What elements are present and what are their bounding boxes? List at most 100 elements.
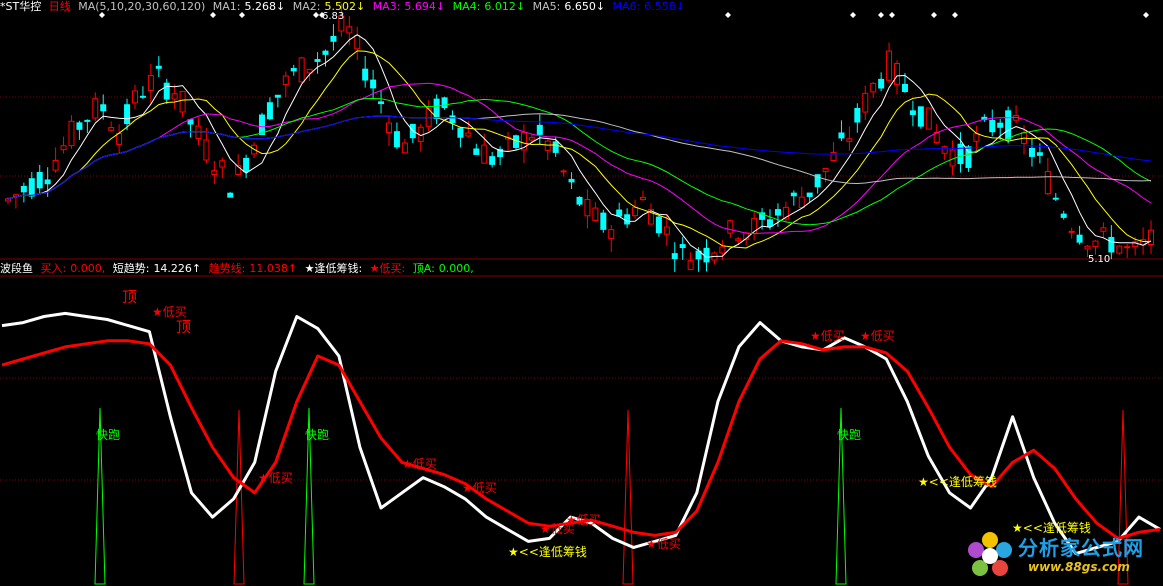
- candle: [139, 86, 146, 99]
- candle-body: [44, 179, 51, 185]
- candle: [1060, 210, 1067, 220]
- ma3-label: MA3:: [372, 0, 401, 13]
- candle-body: [163, 82, 170, 100]
- candle: [155, 56, 162, 77]
- candle-body: [481, 144, 488, 164]
- candle: [409, 123, 416, 143]
- candle: [378, 89, 385, 114]
- candle: [266, 97, 273, 121]
- candle-body: [973, 133, 980, 142]
- candle: [108, 121, 115, 132]
- candle: [997, 118, 1004, 140]
- diamond-marker: [878, 12, 884, 18]
- candle: [362, 55, 369, 88]
- candle-body: [901, 83, 908, 93]
- candle: [290, 64, 297, 76]
- candle: [243, 154, 250, 179]
- candle: [600, 209, 607, 233]
- candle-body: [886, 50, 893, 81]
- top-a-value: 0.000,: [438, 262, 474, 275]
- candle-body: [600, 212, 607, 230]
- candle-body: [838, 132, 845, 139]
- candle: [116, 124, 123, 154]
- candle: [425, 100, 432, 132]
- diamond-marker: [931, 12, 937, 18]
- candle-body: [544, 140, 551, 151]
- candle: [385, 116, 392, 147]
- candle-body: [663, 226, 670, 235]
- candle: [187, 118, 194, 138]
- candle: [163, 78, 170, 104]
- trend-line-value: 11.038↑: [249, 262, 298, 275]
- candle-body: [774, 209, 781, 216]
- candle-body: [1028, 147, 1035, 157]
- candle-body: [457, 127, 464, 138]
- candle-body: [560, 170, 567, 173]
- candle: [227, 192, 234, 198]
- chip-label: ★<<逢低筹钱: [508, 544, 587, 559]
- low-buy-label: ★低买: [646, 537, 681, 551]
- candle-body: [84, 119, 91, 122]
- candle: [60, 136, 67, 154]
- candle-body: [266, 102, 273, 120]
- candle-body: [989, 119, 996, 133]
- candle-body: [536, 124, 543, 135]
- candle-body: [671, 253, 678, 260]
- candle-body: [4, 198, 11, 202]
- candle-body: [528, 137, 535, 141]
- candle: [616, 202, 623, 217]
- candle: [640, 190, 647, 201]
- top-spike: [622, 409, 634, 585]
- candle: [632, 199, 639, 219]
- candle-body: [179, 90, 186, 113]
- candle-body: [116, 132, 123, 145]
- candle-body: [385, 122, 392, 134]
- ma2-value: 5.502↓: [324, 0, 366, 13]
- candle: [76, 120, 83, 140]
- candle-body: [290, 68, 297, 72]
- candle: [647, 203, 654, 225]
- candle: [1052, 193, 1059, 202]
- candle-body: [616, 209, 623, 217]
- candle-body: [258, 114, 265, 136]
- candle: [354, 26, 361, 61]
- candle: [131, 84, 138, 109]
- candle-body: [687, 260, 694, 270]
- candle-body: [60, 145, 67, 151]
- candle-body: [68, 120, 75, 147]
- candle-body: [806, 192, 813, 197]
- candle: [846, 126, 853, 151]
- top-a-label: 顶A:: [412, 262, 435, 275]
- stock-symbol[interactable]: *ST华控: [0, 0, 41, 13]
- ma1-label: MA1:: [212, 0, 241, 13]
- candle: [830, 141, 837, 162]
- candle-body: [147, 75, 154, 91]
- candle: [719, 240, 726, 261]
- candle: [1092, 240, 1099, 255]
- candle-body: [155, 65, 162, 69]
- period-label[interactable]: 日线: [49, 0, 71, 13]
- diamond-marker: [952, 12, 958, 18]
- candle: [505, 131, 512, 152]
- indicator-name[interactable]: 波段鱼: [0, 262, 33, 275]
- candle-body: [322, 50, 329, 55]
- candle: [981, 114, 988, 122]
- candle: [894, 60, 901, 95]
- top-label: 顶: [122, 288, 137, 306]
- candle: [1013, 105, 1020, 124]
- candle: [417, 124, 424, 152]
- candle: [147, 63, 154, 104]
- candle: [84, 119, 91, 134]
- candle-body: [314, 59, 321, 62]
- candle-body: [1044, 170, 1051, 195]
- watermark-logo: 分析家公式网 www.88gs.com: [962, 528, 1162, 584]
- price-legend: *ST华控 日线 MA(5,10,20,30,60,120) MA1: 5.268…: [0, 0, 689, 14]
- stock-chart: 6.835.10快跑 快跑 快跑★低买★低买★低买★低买★低买★低买★低买 ★低买★低…: [0, 3, 1163, 585]
- candle: [870, 82, 877, 98]
- candle-body: [640, 196, 647, 201]
- candle: [282, 71, 289, 98]
- candle-body: [1005, 110, 1012, 140]
- ma5-value: 6.650↓: [564, 0, 606, 13]
- candle-body: [36, 172, 43, 189]
- candle-body: [28, 178, 35, 197]
